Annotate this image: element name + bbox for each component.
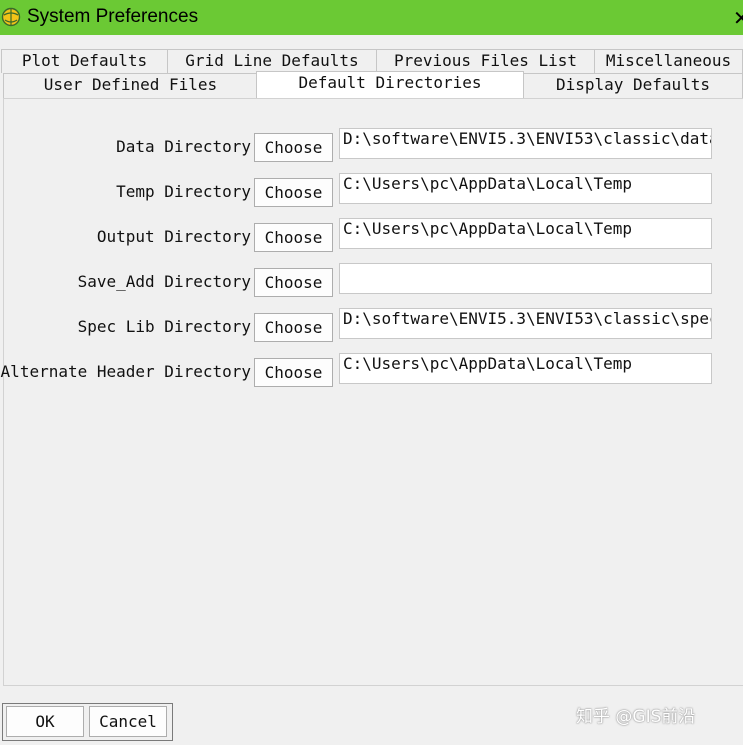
ok-button[interactable]: OK (6, 706, 84, 737)
tab-miscellaneous[interactable]: Miscellaneous (594, 49, 743, 73)
tab-default-directories[interactable]: Default Directories (256, 71, 524, 99)
tab-plot-defaults[interactable]: Plot Defaults (1, 49, 168, 73)
output-directory-field[interactable]: C:\Users\pc\AppData\Local\Temp (339, 218, 712, 249)
alternate-header-directory-label: Alternate Header Directory (0, 362, 251, 381)
temp-directory-field[interactable]: C:\Users\pc\AppData\Local\Temp (339, 173, 712, 204)
spec-lib-directory-label: Spec Lib Directory (77, 317, 251, 336)
spec-lib-directory-choose-button[interactable]: Choose (254, 313, 333, 342)
envi-globe-icon (1, 7, 21, 27)
alternate-header-directory-choose-button[interactable]: Choose (254, 358, 333, 387)
spec-lib-directory-field[interactable]: D:\software\ENVI5.3\ENVI53\classic\spec_… (339, 308, 712, 339)
save-add-directory-field[interactable] (339, 263, 712, 294)
output-directory-label: Output Directory (96, 227, 251, 246)
window-title: System Preferences (27, 6, 199, 27)
data-directory-label: Data Directory (116, 137, 251, 156)
title-bar: System Preferences ✕ (0, 0, 743, 35)
temp-directory-label: Temp Directory (116, 182, 251, 201)
save-add-directory-choose-button[interactable]: Choose (254, 268, 333, 297)
tab-display-defaults[interactable]: Display Defaults (523, 73, 743, 98)
cancel-button[interactable]: Cancel (89, 706, 167, 737)
tab-strip: Plot Defaults Grid Line Defaults Previou… (0, 35, 743, 99)
tab-previous-files-list[interactable]: Previous Files List (376, 49, 595, 73)
alternate-header-directory-field[interactable]: C:\Users\pc\AppData\Local\Temp (339, 353, 712, 384)
data-directory-choose-button[interactable]: Choose (254, 133, 333, 162)
data-directory-field[interactable]: D:\software\ENVI5.3\ENVI53\classic\data (339, 128, 712, 159)
save-add-directory-label: Save_Add Directory (77, 272, 251, 291)
tab-user-defined-files[interactable]: User Defined Files (3, 73, 258, 98)
tab-grid-line-defaults[interactable]: Grid Line Defaults (167, 49, 377, 73)
temp-directory-choose-button[interactable]: Choose (254, 178, 333, 207)
watermark: 知乎 @GIS前沿 (576, 707, 696, 727)
output-directory-choose-button[interactable]: Choose (254, 223, 333, 252)
close-icon[interactable]: ✕ (733, 6, 743, 31)
